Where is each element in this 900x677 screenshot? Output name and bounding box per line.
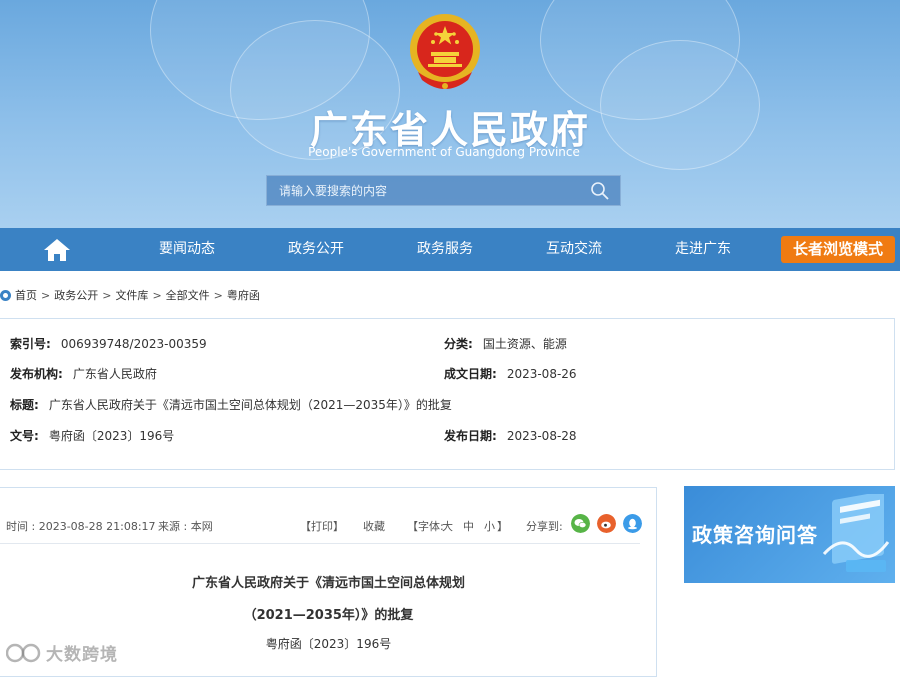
favorite-button[interactable]: 收藏 [363,518,385,534]
article-title-line2: （2021—2035年）》的批复 [243,608,414,623]
print-button[interactable]: 【打印】 [300,518,344,534]
breadcrumb-separator: > [41,288,51,302]
meta-title-value: 广东省人民政府关于《清远市国土空间总体规划（2021—2035年）》的批复 [48,398,452,412]
font-size-label: 【字体: [407,520,444,533]
watermark-logo-icon [6,643,41,662]
breadcrumb-separator: > [213,288,223,302]
meta-docno-value: 粤府函〔2023〕196号 [48,429,175,443]
meta-category-label: 分类: [444,337,473,351]
national-emblem-icon [410,14,480,89]
search-icon[interactable] [590,181,610,201]
meta-created-label: 成文日期: [444,367,497,381]
meta-index-value: 006939748/2023-00359 [60,337,207,351]
nav-item-gov-services[interactable]: 政务服务 [390,228,500,271]
wechat-icon[interactable] [571,514,590,533]
meta-category: 分类: 国土资源、能源 [444,335,567,352]
site-subtitle: People's Government of Guangdong Provinc… [308,145,580,159]
main-nav: 要闻动态 政务公开 政务服务 互动交流 走进广东 长者浏览模式 [0,228,900,271]
nav-item-gov-affairs[interactable]: 政务公开 [261,228,371,271]
font-medium-button[interactable]: 中 [463,518,474,534]
font-small-button[interactable]: 小 [484,518,495,534]
breadcrumb-document-library[interactable]: 文件库 [115,287,148,303]
nav-item-interaction[interactable]: 互动交流 [519,228,629,271]
font-large-button[interactable]: 大 [442,518,453,534]
meta-index: 索引号: 006939748/2023-00359 [10,335,207,352]
meta-publisher-value: 广东省人民政府 [72,367,157,381]
nav-item-news[interactable]: 要闻动态 [132,228,242,271]
home-icon[interactable] [42,237,72,263]
meta-doc-number: 文号: 粤府函〔2023〕196号 [10,427,174,444]
watermark: 大数跨境 [6,640,118,665]
elder-mode-button[interactable]: 长者浏览模式 [781,236,895,263]
meta-title-label: 标题: [10,398,39,412]
policy-consult-text: 政策咨询问答 [692,523,818,547]
share-label: 分享到: [526,520,563,533]
article-divider [0,543,640,544]
search-box [266,175,621,206]
nav-item-about-guangdong[interactable]: 走进广东 [648,228,758,271]
search-input[interactable] [267,176,577,205]
meta-publisher: 发布机构: 广东省人民政府 [10,365,157,382]
policy-consult-banner[interactable]: 政策咨询问答 [684,486,895,583]
watermark-text: 大数跨境 [46,645,118,665]
meta-created-date: 成文日期: 2023-08-26 [444,365,577,382]
meta-pubdate-label: 发布日期: [444,429,497,443]
article-source: 来源 : 本网 [158,520,213,533]
consult-graphic-icon [822,494,890,572]
meta-publisher-label: 发布机构: [10,367,63,381]
document-metadata: 索引号: 006939748/2023-00359 分类: 国土资源、能源 发布机构… [0,318,895,470]
article-title-line1: 广东省人民政府关于《清远市国土空间总体规划 [191,576,465,591]
header-banner: 广东省人民政府 People's Government of Guangdong… [0,0,900,228]
meta-index-label: 索引号: [10,337,51,351]
meta-docno-label: 文号: [10,429,39,443]
breadcrumb-separator: > [152,288,162,302]
meta-title: 标题: 广东省人民政府关于《清远市国土空间总体规划（2021—2035年）》的批复 [10,396,452,413]
breadcrumb: 首页 > 政务公开 > 文件库 > 全部文件 > 粤府函 [0,286,260,304]
breadcrumb-gov-affairs[interactable]: 政务公开 [54,287,98,303]
weibo-icon[interactable] [597,514,616,533]
article-time: 时间 : 2023-08-28 21:08:17 [6,520,156,533]
meta-pubdate-value: 2023-08-28 [506,429,577,443]
font-size-close: 】 [497,520,508,533]
meta-category-value: 国土资源、能源 [482,337,567,351]
meta-publish-date: 发布日期: 2023-08-28 [444,427,577,444]
breadcrumb-home[interactable]: 首页 [15,287,37,303]
breadcrumb-all-documents[interactable]: 全部文件 [166,287,210,303]
breadcrumb-current[interactable]: 粤府函 [227,287,260,303]
meta-created-value: 2023-08-26 [506,367,577,381]
qq-icon[interactable] [623,514,642,533]
location-icon [0,289,11,301]
breadcrumb-separator: > [102,288,112,302]
